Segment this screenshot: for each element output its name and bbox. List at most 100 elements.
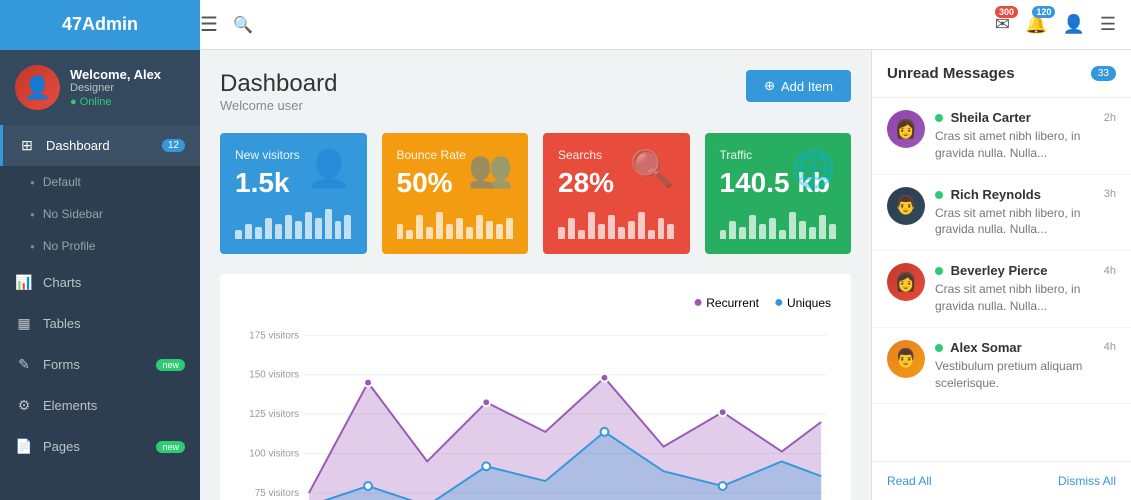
message-text: Cras sit amet nibh libero, in gravida nu… (935, 128, 1116, 162)
page-subtitle: Welcome user (220, 98, 337, 113)
stat-card-visitors: New visitors 1.5k 👤 (220, 133, 367, 254)
panel-title: Unread Messages (887, 65, 1015, 82)
menu-btn[interactable]: ☰ (1100, 14, 1116, 35)
message-text: Cras sit amet nibh libero, in gravida nu… (935, 281, 1116, 315)
sidebar-item-pages[interactable]: 📄 Pages new (0, 426, 200, 467)
message-item[interactable]: 👩 Sheila Carter 2h Cras sit amet nibh li… (872, 98, 1131, 175)
message-text: Vestibulum pretium aliquam scelerisque. (935, 358, 1116, 392)
legend-recurrent: ● Recurrent (693, 294, 759, 312)
avatar: 👤 (15, 65, 60, 110)
pages-icon: 📄 (15, 438, 33, 455)
top-navbar: 47Admin ☰ 🔍 ✉ 300 🔔 120 👤 ☰ (0, 0, 1131, 50)
online-status-icon (935, 267, 943, 275)
message-avatar: 👩 (887, 110, 925, 148)
sidebar: 👤 Welcome, Alex Designer Online ⊞ Dashbo… (0, 50, 200, 500)
user-btn[interactable]: 👤 (1062, 14, 1084, 35)
message-item[interactable]: 👨 Alex Somar 4h Vestibulum pretium aliqu… (872, 328, 1131, 405)
dashboard-icon: ⊞ (18, 137, 36, 154)
sidebar-item-charts[interactable]: 📊 Charts (0, 262, 200, 303)
message-time: 4h (1104, 265, 1116, 277)
stat-bars-searches (558, 209, 675, 239)
chart-legend: ● Recurrent ● Uniques (240, 294, 831, 312)
sidebar-sub-label: No Sidebar (43, 207, 103, 221)
visitors-icon: 👤 (307, 148, 352, 190)
sidebar-user-name: Welcome, Alex (70, 67, 161, 82)
stat-card-traffic: Traffic 140.5 kb 🌐 (705, 133, 852, 254)
search-icon[interactable]: 🔍 (233, 15, 253, 35)
message-time: 2h (1104, 112, 1116, 124)
svg-text:175 visitors: 175 visitors (249, 330, 299, 341)
sidebar-item-label: Dashboard (46, 138, 110, 153)
panel-footer: Read All Dismiss All (872, 461, 1131, 500)
svg-text:75 visitors: 75 visitors (255, 488, 299, 499)
sidebar-user: 👤 Welcome, Alex Designer Online (0, 50, 200, 125)
sidebar-user-status: Online (70, 96, 161, 108)
svg-text:100 visitors: 100 visitors (249, 448, 299, 459)
page-header: Dashboard Welcome user ⊕ Add Item (220, 70, 851, 113)
stat-bars-visitors (235, 209, 352, 239)
stat-bars-traffic (720, 209, 837, 239)
stat-card-searches: Searchs 28% 🔍 (543, 133, 690, 254)
svg-text:150 visitors: 150 visitors (249, 370, 299, 381)
sidebar-item-default[interactable]: Default (0, 166, 200, 198)
main-layout: 👤 Welcome, Alex Designer Online ⊞ Dashbo… (0, 50, 1131, 500)
dismiss-all-link[interactable]: Dismiss All (1058, 474, 1116, 488)
sidebar-item-label: Charts (43, 275, 81, 290)
sidebar-item-label: Elements (43, 398, 97, 413)
tables-icon: ▦ (15, 315, 33, 332)
charts-icon: 📊 (15, 274, 33, 291)
message-avatar: 👨 (887, 187, 925, 225)
traffic-icon: 🌐 (791, 148, 836, 190)
forms-icon: ✎ (15, 356, 33, 373)
sidebar-item-label: Forms (43, 357, 80, 372)
forms-badge: new (156, 359, 185, 371)
brand-logo[interactable]: 47Admin (0, 0, 200, 50)
message-item[interactable]: 👨 Rich Reynolds 3h Cras sit amet nibh li… (872, 175, 1131, 252)
messages-count-badge: 33 (1091, 66, 1116, 81)
content-area: Dashboard Welcome user ⊕ Add Item New vi… (200, 50, 1131, 500)
sidebar-item-no-profile[interactable]: No Profile (0, 230, 200, 262)
sidebar-item-dashboard[interactable]: ⊞ Dashboard 12 (0, 125, 200, 166)
elements-icon: ⚙ (15, 397, 33, 414)
bounce-icon: 👥 (468, 148, 513, 190)
sidebar-sub-label: No Profile (43, 239, 96, 253)
sidebar-item-elements[interactable]: ⚙ Elements (0, 385, 200, 426)
alerts-badge: 120 (1032, 6, 1055, 18)
dashboard-badge: 12 (162, 139, 185, 152)
message-sender-name: Sheila Carter (935, 110, 1031, 125)
sidebar-user-role: Designer (70, 82, 161, 94)
message-avatar: 👨 (887, 340, 925, 378)
add-item-button[interactable]: ⊕ Add Item (746, 70, 851, 102)
online-status-icon (935, 344, 943, 352)
message-time: 3h (1104, 188, 1116, 200)
sidebar-item-tables[interactable]: ▦ Tables (0, 303, 200, 344)
sidebar-item-forms[interactable]: ✎ Forms new (0, 344, 200, 385)
message-text: Cras sit amet nibh libero, in gravida nu… (935, 205, 1116, 239)
pages-badge: new (156, 441, 185, 453)
online-status-icon (935, 114, 943, 122)
plus-icon: ⊕ (764, 78, 775, 94)
stat-card-bounce: Bounce Rate 50% 👥 (382, 133, 529, 254)
notifications-btn[interactable]: ✉ 300 (995, 14, 1010, 35)
sidebar-item-no-sidebar[interactable]: No Sidebar (0, 198, 200, 230)
message-time: 4h (1104, 341, 1116, 353)
page-title: Dashboard (220, 70, 337, 98)
top-navbar-icons: ✉ 300 🔔 120 👤 ☰ (995, 14, 1116, 35)
sidebar-sub-label: Default (43, 175, 81, 189)
message-sender-name: Beverley Pierce (935, 263, 1047, 278)
message-item[interactable]: 👩 Beverley Pierce 4h Cras sit amet nibh … (872, 251, 1131, 328)
stats-row: New visitors 1.5k 👤 (220, 133, 851, 254)
chart-svg: 175 visitors 150 visitors 125 visitors 1… (240, 322, 831, 500)
message-sender-name: Rich Reynolds (935, 187, 1041, 202)
panel-header: Unread Messages 33 (872, 50, 1131, 98)
svg-text:125 visitors: 125 visitors (249, 409, 299, 420)
sidebar-nav: ⊞ Dashboard 12 Default No Sidebar No Pro… (0, 125, 200, 500)
hamburger-icon[interactable]: ☰ (200, 12, 218, 37)
read-all-link[interactable]: Read All (887, 474, 932, 488)
notifications-badge: 300 (995, 6, 1018, 18)
alerts-btn[interactable]: 🔔 120 (1025, 14, 1047, 35)
sidebar-item-label: Tables (43, 316, 81, 331)
online-status-icon (935, 191, 943, 199)
message-sender-name: Alex Somar (935, 340, 1022, 355)
main-content: Dashboard Welcome user ⊕ Add Item New vi… (200, 50, 871, 500)
